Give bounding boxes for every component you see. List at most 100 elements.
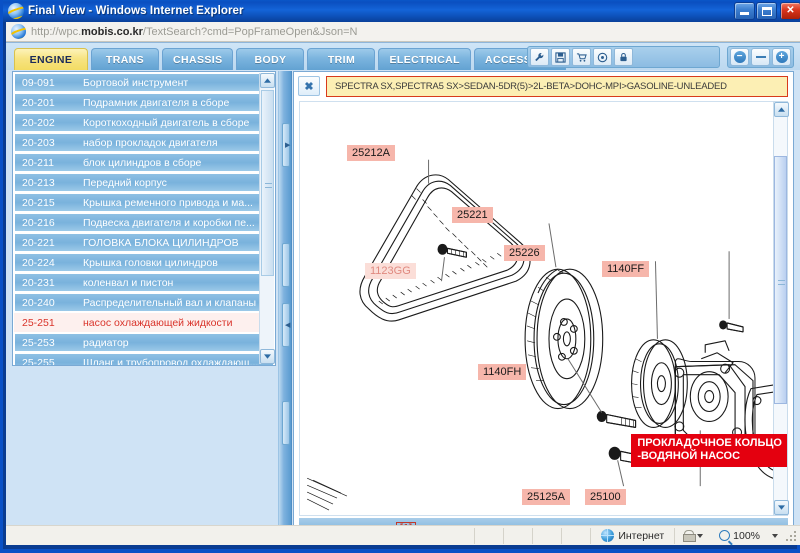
part-group-name: Короткоходный двигатель в сборе [76, 113, 274, 132]
zoom-reset-button[interactable] [751, 48, 770, 66]
part-group-name: Передний корпус [76, 173, 274, 192]
toolbar-spacer [634, 48, 718, 66]
scrollbar-grip [265, 183, 272, 188]
titlebar: Final View - Windows Internet Explorer ✕ [3, 0, 800, 22]
part-group-code: 20-203 [14, 133, 76, 152]
splitter-handle-bottom[interactable] [282, 401, 290, 445]
plus-circle-icon: + [776, 51, 788, 63]
lock-icon [683, 530, 694, 542]
tab-label: ELECTRICAL [389, 54, 460, 66]
panel-splitter[interactable]: ▶ ◀ [278, 71, 292, 543]
parts-list-row[interactable]: 20-221ГОЛОВКА БЛОКА ЦИЛИНДРОВ [14, 233, 274, 252]
parts-list-row[interactable]: 25-253радиатор [14, 333, 274, 352]
scrollbar-thumb[interactable] [774, 156, 787, 404]
close-button[interactable]: ✕ [780, 2, 800, 20]
maximize-button[interactable] [756, 2, 777, 20]
vehicle-description: SPECTRA SX,SPECTRA5 SX>SEDAN-5DR(5)>2L-B… [326, 76, 788, 97]
part-label-1123GG[interactable]: 1123GG [365, 263, 416, 279]
scroll-down-icon[interactable] [774, 500, 789, 515]
status-divider [474, 528, 475, 544]
help-icon[interactable] [593, 48, 612, 66]
parts-list[interactable]: 09-091Бортовой инструмент20-201Подрамник… [13, 72, 275, 365]
parts-list-row[interactable]: 20-211блок цилиндров в сборе [14, 153, 274, 172]
part-label-25100[interactable]: 25100 [585, 489, 626, 505]
parts-list-row[interactable]: 25-251насос охлаждающей жидкости [14, 313, 274, 332]
part-group-name: Шланг и трубопровод охлаждающ... [76, 353, 274, 365]
tab-chassis[interactable]: CHASSIS [162, 48, 233, 70]
part-group-code: 20-201 [14, 93, 76, 112]
lock-icon[interactable] [614, 48, 633, 66]
parts-list-panel: 09-091Бортовой инструмент20-201Подрамник… [12, 71, 276, 366]
parts-list-row[interactable]: 20-224Крышка головки цилиндров [14, 253, 274, 272]
parts-list-row[interactable]: 20-216Подвеска двигателя и коробки пе... [14, 213, 274, 232]
parts-list-row[interactable]: 20-215Крышка ременного привода и ма... [14, 193, 274, 212]
toolbar-group-zoom: − + [727, 46, 794, 68]
page-favicon-icon [11, 24, 27, 40]
zoom-in-button[interactable]: + [772, 48, 791, 66]
scrollbar-thumb[interactable] [261, 90, 274, 276]
part-name-tooltip: ПРОКЛАДОЧНОЕ КОЛЬЦО -ВОДЯНОЙ НАСОС [631, 434, 787, 467]
parts-list-row[interactable]: 20-231коленвал и пистон [14, 273, 274, 292]
zoom-level-label: 100% [733, 530, 760, 542]
parts-list-row[interactable]: 25-255Шланг и трубопровод охлаждающ... [14, 353, 274, 365]
parts-list-row[interactable]: 20-201Подрамник двигателя в сборе [14, 93, 274, 112]
parts-list-row[interactable]: 20-240Распределительный вал и клапаны [14, 293, 274, 312]
tab-label: TRIM [328, 54, 355, 66]
vehicle-bar: ✖ SPECTRA SX,SPECTRA5 SX>SEDAN-5DR(5)>2L… [294, 72, 793, 100]
close-vehicle-button[interactable]: ✖ [298, 76, 320, 96]
status-divider [503, 528, 504, 544]
resize-grip[interactable] [784, 529, 798, 543]
tab-electrical[interactable]: ELECTRICAL [378, 48, 471, 70]
address-bar[interactable]: http://wpc.mobis.co.kr/TextSearch?cmd=Po… [6, 22, 800, 42]
scroll-up-icon[interactable] [260, 73, 275, 88]
dash-icon [756, 56, 766, 58]
app-toolbar: − + [520, 46, 794, 68]
security-zone-label: Интернет [618, 530, 664, 542]
browser-window: Final View - Windows Internet Explorer ✕… [0, 0, 800, 553]
parts-list-row[interactable]: 20-213Передний корпус [14, 173, 274, 192]
cart-icon[interactable] [572, 48, 591, 66]
part-group-name: Крышка головки цилиндров [76, 253, 274, 272]
part-group-code: 25-251 [14, 313, 76, 332]
minus-circle-icon: − [734, 51, 746, 63]
chevron-down-icon[interactable] [697, 534, 703, 538]
wrench-icon[interactable] [530, 48, 549, 66]
part-label-25125A[interactable]: 25125A [522, 489, 570, 505]
part-label-1140FH[interactable]: 1140FH [478, 364, 526, 380]
tab-label: CHASSIS [173, 54, 222, 66]
url-domain: mobis.co.kr [81, 26, 143, 38]
tab-trim[interactable]: TRIM [307, 48, 375, 70]
part-label-25226[interactable]: 25226 [504, 245, 545, 261]
zoom-control[interactable]: 100% [675, 530, 784, 542]
tooltip-line-2: -ВОДЯНОЙ НАСОС [637, 450, 782, 463]
part-group-name: Крышка ременного привода и ма... [76, 193, 274, 212]
part-group-name: Подвеска двигателя и коробки пе... [76, 213, 274, 232]
scroll-down-icon[interactable] [260, 349, 275, 364]
tab-engine[interactable]: ENGINE [14, 48, 88, 70]
parts-list-row[interactable]: 09-091Бортовой инструмент [14, 73, 274, 92]
chevron-down-icon[interactable] [772, 534, 778, 538]
zoom-out-button[interactable]: − [730, 48, 749, 66]
part-group-code: 20-224 [14, 253, 76, 272]
minimize-button[interactable] [734, 2, 755, 20]
parts-list-scrollbar[interactable] [259, 73, 274, 364]
part-label-25212A[interactable]: 25212A [347, 145, 395, 161]
window-title: Final View - Windows Internet Explorer [28, 5, 733, 17]
url-prefix: http://wpc. [31, 26, 81, 38]
part-label-1140FF[interactable]: 1140FF [602, 261, 649, 277]
diagram-canvas[interactable]: 25212A 1123GG 25221 25226 1140FF 1140FH … [299, 101, 788, 516]
security-zone[interactable]: Интернет [591, 529, 674, 542]
parts-list-row[interactable]: 20-202Короткоходный двигатель в сборе [14, 113, 274, 132]
splitter-handle-top[interactable]: ▶ [282, 123, 290, 167]
parts-list-row[interactable]: 20-203набор прокладок двигателя [14, 133, 274, 152]
part-label-25221[interactable]: 25221 [452, 207, 493, 223]
part-group-code: 20-213 [14, 173, 76, 192]
scroll-up-icon[interactable] [774, 102, 789, 117]
tab-trans[interactable]: TRANS [91, 48, 159, 70]
tab-body[interactable]: BODY [236, 48, 304, 70]
ie-logo-icon [8, 3, 24, 19]
splitter-handle-collapse[interactable]: ◀ [282, 303, 290, 347]
part-group-code: 20-216 [14, 213, 76, 232]
splitter-handle-mid[interactable] [282, 243, 290, 287]
save-icon[interactable] [551, 48, 570, 66]
